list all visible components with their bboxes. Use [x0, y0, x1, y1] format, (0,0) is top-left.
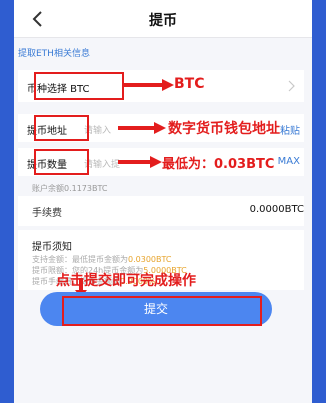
annotation-arrow-icon [118, 122, 166, 134]
account-balance: 账户余额0.1173BTC [32, 184, 108, 193]
submit-highlight-box [62, 296, 262, 326]
currency-annotation: BTC [174, 76, 205, 92]
currency-highlight-box [34, 72, 124, 100]
notice-title: 提币须知 [32, 242, 72, 253]
amount-annotation: 最低为：0.03BTC [162, 157, 275, 172]
address-highlight-box [34, 115, 89, 141]
paste-button[interactable]: 粘贴 [280, 122, 300, 137]
nav-header: 提币 [14, 0, 312, 38]
eth-hint: 提取ETH相关信息 [18, 49, 90, 59]
page-title: 提币 [149, 13, 177, 29]
annotation-arrow-icon [118, 156, 162, 168]
phone-screen: 提币 提取ETH相关信息 币种选择 BTC BTC 提币地址 请输入 粘贴 数字… [14, 0, 312, 403]
max-button[interactable]: MAX [278, 156, 300, 167]
amount-highlight-box [34, 149, 89, 175]
chevron-right-icon [288, 80, 295, 92]
notice-line: 支持金额：最低提币金额为0.0300BTC [32, 255, 172, 264]
fee-value: 0.0000BTC [249, 204, 304, 215]
address-annotation: 数字货币钱包地址 [168, 121, 280, 137]
annotation-arrow-icon [122, 79, 174, 91]
fee-label: 手续费 [32, 208, 62, 219]
amount-input[interactable]: 请输入提 [84, 157, 120, 170]
